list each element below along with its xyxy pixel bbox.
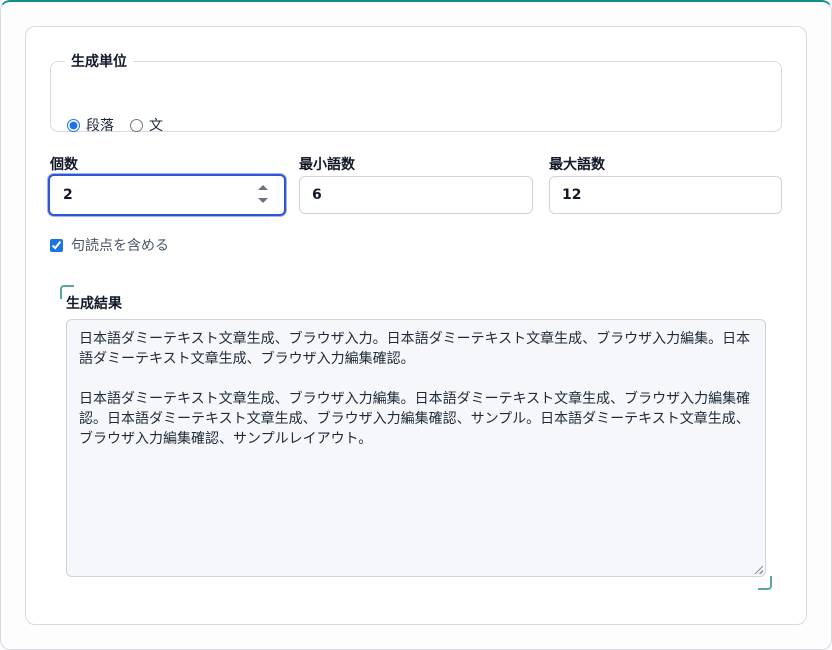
count-input[interactable]: 2	[48, 174, 286, 216]
punctuation-checkbox[interactable]	[50, 238, 63, 252]
radio-sentence[interactable]	[130, 118, 143, 132]
unit-fieldset: 生成単位 段落 文	[50, 51, 782, 135]
unit-radio-group: 段落 文	[67, 115, 179, 135]
count-label: 個数	[50, 157, 78, 173]
punctuation-option[interactable]: 句読点を含める	[50, 235, 169, 255]
radio-sentence-option[interactable]: 文	[130, 115, 163, 135]
result-paragraph: 日本語ダミーテキスト文章生成、ブラウザ入力編集。日本語ダミーテキスト文章生成、ブ…	[79, 391, 751, 447]
min-words-value: 6	[312, 187, 322, 203]
unit-legend: 生成単位	[71, 54, 127, 70]
resize-handle-icon[interactable]	[755, 566, 763, 574]
min-words-label: 最小語数	[299, 157, 355, 173]
radio-paragraph-option[interactable]: 段落	[67, 115, 114, 135]
count-spinner[interactable]	[258, 185, 268, 203]
radio-paragraph[interactable]	[67, 118, 80, 132]
corner-bracket-icon	[758, 576, 772, 590]
radio-sentence-label: 文	[149, 118, 163, 134]
min-words-input[interactable]: 6	[299, 176, 533, 214]
result-section: 生成結果 日本語ダミーテキスト文章生成、ブラウザ入力。日本語ダミーテキスト文章生…	[60, 285, 772, 590]
max-words-value: 12	[562, 187, 582, 203]
spinner-down-icon[interactable]	[258, 198, 268, 203]
result-paragraph: 日本語ダミーテキスト文章生成、ブラウザ入力。日本語ダミーテキスト文章生成、ブラウ…	[79, 331, 751, 367]
result-label: 生成結果	[66, 296, 122, 312]
count-value: 2	[63, 187, 73, 203]
max-words-input[interactable]: 12	[549, 176, 782, 214]
max-words-label: 最大語数	[549, 157, 605, 173]
radio-paragraph-label: 段落	[86, 118, 114, 134]
spinner-up-icon[interactable]	[258, 185, 268, 190]
result-textarea[interactable]: 日本語ダミーテキスト文章生成、ブラウザ入力。日本語ダミーテキスト文章生成、ブラウ…	[66, 319, 766, 577]
punctuation-label: 句読点を含める	[71, 238, 169, 254]
